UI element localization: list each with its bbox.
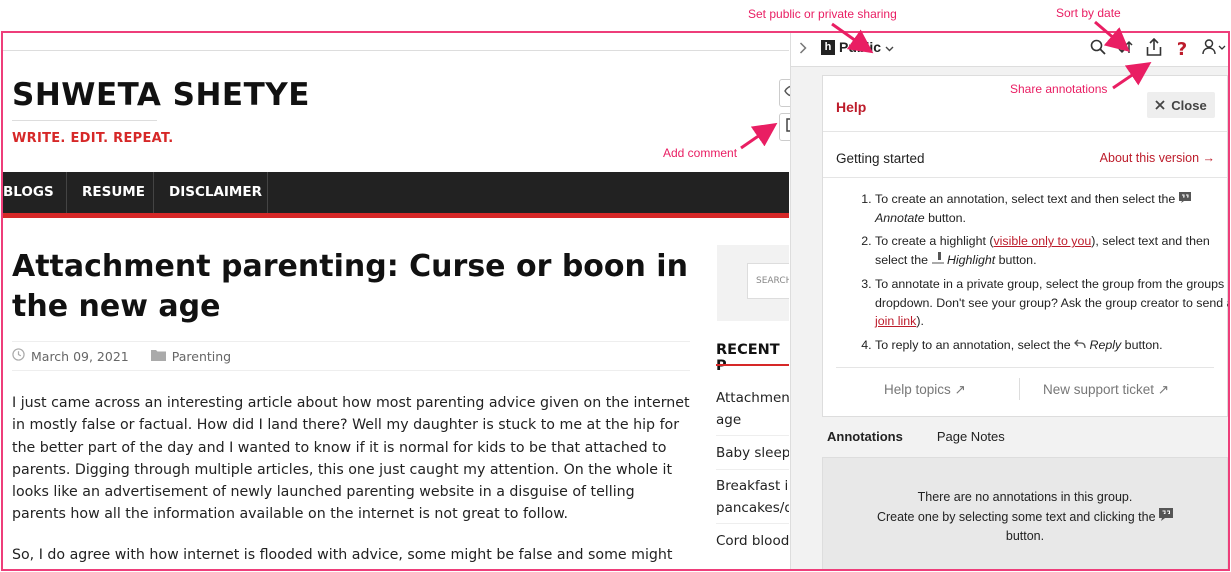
folder-icon — [150, 349, 166, 364]
group-selector[interactable]: h Public — [821, 39, 894, 55]
help-topics-link[interactable]: Help topics ↗ — [884, 382, 966, 398]
sidebar-toggle-button[interactable] — [791, 33, 815, 66]
step-text: ). — [916, 314, 924, 329]
step-item: To create an annotation, select text and… — [875, 190, 1228, 227]
recent-divider — [716, 523, 789, 524]
clock-icon — [12, 348, 25, 364]
meta-divider-top — [12, 341, 690, 342]
search-widget: SEARCH — [717, 245, 789, 321]
sort-button[interactable] — [1115, 38, 1137, 60]
step-item: To annotate in a private group, select t… — [875, 275, 1230, 331]
topbar-actions: ? — [1087, 37, 1228, 61]
footer-divider — [1019, 378, 1020, 400]
step-emphasis: Highlight — [946, 253, 996, 268]
help-divider — [823, 177, 1227, 178]
step-emphasis: Reply — [1089, 337, 1122, 352]
step-text: To reply to an annotation, select the — [875, 337, 1071, 352]
chevron-down-icon — [885, 39, 894, 55]
help-button[interactable]: ? — [1171, 38, 1193, 60]
sidebar-tabs: Annotations Page Notes — [827, 429, 1005, 444]
user-icon — [1202, 38, 1226, 60]
help-divider — [836, 367, 1214, 368]
share-button[interactable] — [1143, 37, 1165, 61]
search-button[interactable] — [1087, 38, 1109, 60]
nav-item-disclaimer[interactable]: DISCLAIMER — [154, 172, 268, 213]
user-menu-button[interactable] — [1199, 38, 1228, 60]
site-tagline: WRITE. EDIT. REPEAT. — [12, 131, 174, 146]
meta-divider-bottom — [12, 370, 690, 371]
getting-started-heading: Getting started — [836, 151, 925, 166]
annotation-add-comment: Add comment — [663, 146, 738, 160]
nav-item-resume[interactable]: RESUME — [67, 172, 154, 213]
post-date: March 09, 2021 — [31, 348, 129, 364]
step-text: To create an annotation, select text and… — [875, 192, 1176, 206]
recent-post-link[interactable]: Cord blood — [716, 530, 789, 552]
close-icon — [1155, 98, 1165, 113]
post-paragraph-2: So, I do agree with how internet is floo… — [12, 547, 673, 563]
join-link[interactable]: join link — [875, 314, 916, 328]
tab-page-notes[interactable]: Page Notes — [937, 429, 1005, 444]
tab-annotations[interactable]: Annotations — [827, 429, 903, 444]
help-panel-title: Help — [836, 99, 867, 115]
post-category[interactable]: Parenting — [172, 349, 231, 364]
search-icon — [1090, 39, 1106, 60]
empty-line-2: Create one by selecting some text and cl… — [823, 507, 1227, 528]
recent-divider — [716, 435, 789, 436]
title-divider — [12, 120, 157, 121]
help-divider — [823, 131, 1227, 132]
annotate-icon — [1159, 507, 1174, 524]
nav-item-blogs[interactable]: BLOGS — [3, 172, 67, 213]
recent-post-link[interactable]: Breakfast ic pancakes/d — [716, 475, 789, 519]
about-version-link[interactable]: About this version → — [1100, 151, 1215, 165]
step-emphasis: Annotate — [875, 210, 925, 225]
empty-line-3: button. — [1005, 529, 1045, 543]
chevron-right-icon — [799, 41, 807, 59]
annotation-sort-by-date: Sort by date — [1056, 6, 1121, 20]
site-title[interactable]: SHWETA SHETYE — [12, 77, 310, 113]
annotation-set-sharing: Set public or private sharing — [748, 7, 897, 21]
hypothesis-logo-icon: h — [821, 39, 835, 55]
close-label: Close — [1171, 97, 1207, 113]
main-nav: BLOGS RESUME DISCLAIMER — [3, 172, 789, 218]
annotation-sidebar: h Public ? Help Close Getting started Ab… — [790, 33, 1228, 569]
sidebar-topbar: h Public ? — [791, 33, 1228, 67]
empty-text: Create one by selecting some text and cl… — [876, 509, 1156, 524]
post-paragraph-1: I just came across an interesting articl… — [12, 395, 690, 523]
empty-line-1: There are no annotations in this group. — [917, 490, 1133, 504]
step-text: To create a highlight ( — [875, 234, 994, 249]
getting-started-steps: To create an annotation, select text and… — [851, 190, 1230, 360]
recent-post-link[interactable]: Baby sleepi — [716, 442, 789, 464]
recent-divider — [716, 469, 789, 470]
highlight-icon — [931, 252, 947, 267]
step-text: button. — [928, 210, 966, 225]
step-item: To create a highlight (visible only to y… — [875, 232, 1228, 269]
step-text: button. — [1124, 337, 1163, 352]
screenshot-frame: SHWETA SHETYE WRITE. EDIT. REPEAT. BLOGS… — [1, 31, 1230, 571]
help-panel: Help Close Getting started About this ve… — [822, 75, 1228, 417]
new-support-ticket-link[interactable]: New support ticket ↗ — [1043, 382, 1169, 398]
share-icon — [1146, 37, 1162, 61]
question-icon: ? — [1176, 38, 1188, 60]
empty-annotations-message: There are no annotations in this group. … — [822, 457, 1228, 569]
search-input[interactable]: SEARCH — [747, 263, 789, 299]
recent-posts-title: RECENT P — [716, 342, 780, 374]
visible-only-to-you-link[interactable]: visible only to you — [993, 234, 1091, 248]
annotation-share: Share annotations — [1010, 82, 1108, 96]
reply-icon — [1074, 338, 1089, 352]
sort-icon — [1118, 39, 1134, 60]
recent-post-link[interactable]: Attachment age — [716, 387, 789, 431]
step-text: button. — [998, 253, 1037, 268]
step-text: To annotate in a private group, select t… — [875, 276, 1230, 310]
close-button[interactable]: Close — [1147, 92, 1215, 118]
step-item: To reply to an annotation, select the Re… — [875, 336, 1228, 355]
blog-page: SHWETA SHETYE WRITE. EDIT. REPEAT. BLOGS… — [3, 33, 789, 569]
post-meta: March 09, 2021 Parenting — [12, 348, 231, 364]
recent-posts-underline — [716, 364, 789, 366]
post-title: Attachment parenting: Curse or boon in t… — [12, 249, 688, 324]
annotate-icon — [1178, 192, 1191, 206]
group-name: Public — [839, 39, 882, 55]
